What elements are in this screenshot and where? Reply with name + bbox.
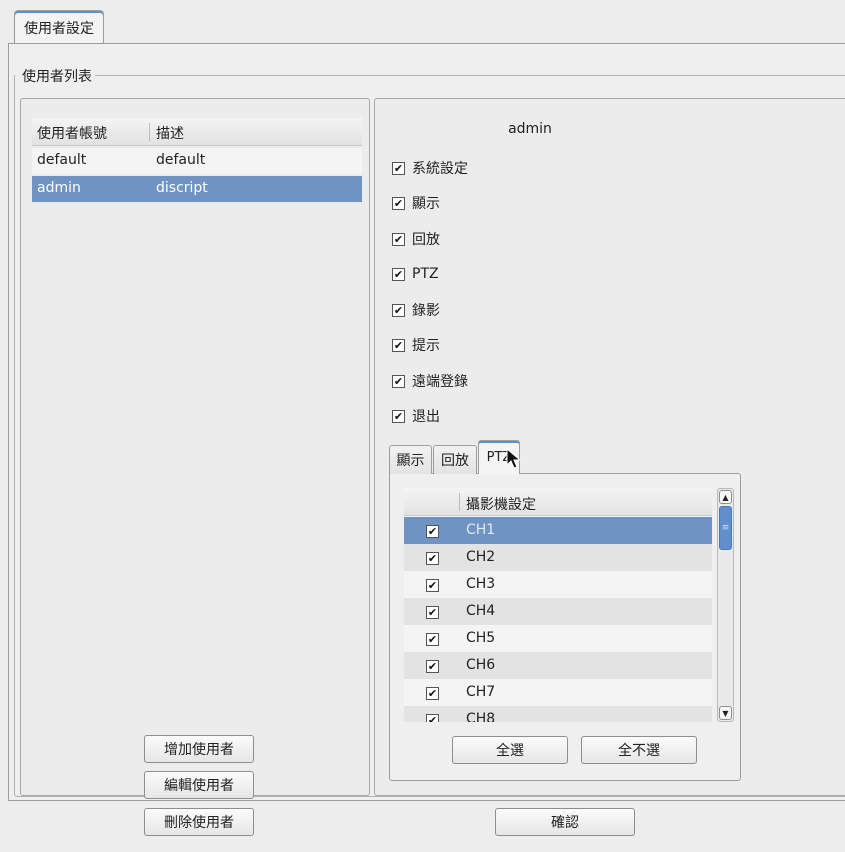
camera-table-scrollbar[interactable]: ▲ ≡ ▼: [717, 488, 734, 722]
camera-row-ch8[interactable]: ✔ CH8: [404, 706, 712, 722]
checkmark-icon[interactable]: ✔: [392, 161, 405, 175]
select-all-button[interactable]: 全選: [452, 736, 568, 764]
add-user-button[interactable]: 增加使用者: [144, 735, 254, 763]
user-row-admin[interactable]: admin discript: [32, 176, 362, 202]
user-account-cell: default: [37, 152, 87, 168]
permission-ptz[interactable]: ✔ PTZ: [392, 263, 439, 285]
tab-user-settings-label: 使用者設定: [24, 20, 94, 37]
camera-row-ch4[interactable]: ✔ CH4: [404, 598, 712, 625]
checkmark-icon[interactable]: ✔: [426, 660, 439, 673]
permission-remote-login[interactable]: ✔ 遠端登錄: [392, 370, 468, 392]
user-account-cell: admin: [37, 180, 81, 196]
permission-exit[interactable]: ✔ 退出: [392, 405, 440, 427]
checkmark-icon[interactable]: ✔: [392, 338, 405, 352]
camera-table: 攝影機設定 ✔ CH1 ✔ CH2 ✔ CH3 ✔ CH4 ✔ CH5 ✔ CH…: [404, 488, 712, 722]
select-none-button[interactable]: 全不選: [581, 736, 697, 764]
tab-user-settings[interactable]: 使用者設定: [14, 10, 104, 44]
permission-label: 退出: [412, 409, 440, 425]
camera-label: CH5: [466, 630, 496, 646]
checkmark-icon[interactable]: ✔: [392, 267, 405, 281]
edit-user-button[interactable]: 編輯使用者: [144, 771, 254, 799]
permission-label: PTZ: [412, 266, 439, 282]
permission-playback[interactable]: ✔ 回放: [392, 228, 440, 250]
checkmark-icon[interactable]: ✔: [426, 579, 439, 592]
permission-system-settings[interactable]: ✔ 系統設定: [392, 157, 468, 179]
checkmark-icon[interactable]: ✔: [426, 552, 439, 565]
camera-label: CH8: [466, 711, 496, 722]
camera-label: CH1: [466, 522, 496, 538]
checkmark-icon[interactable]: ✔: [392, 232, 405, 246]
checkmark-icon[interactable]: ✔: [392, 409, 405, 423]
permission-label: 提示: [412, 338, 440, 354]
user-description-cell: discript: [156, 180, 208, 196]
groupbox-border: [90, 75, 845, 76]
column-divider: [149, 123, 150, 141]
checkmark-icon[interactable]: ✔: [392, 196, 405, 210]
column-header-camera-settings[interactable]: 攝影機設定: [466, 494, 536, 514]
camera-label: CH4: [466, 603, 496, 619]
scrollbar-thumb[interactable]: ≡: [719, 506, 732, 550]
camera-label: CH6: [466, 657, 496, 673]
permission-display[interactable]: ✔ 顯示: [392, 192, 440, 214]
permission-label: 回放: [412, 232, 440, 248]
checkmark-icon[interactable]: ✔: [426, 606, 439, 619]
delete-user-button[interactable]: 刪除使用者: [144, 808, 254, 836]
chevron-down-icon[interactable]: ▼: [719, 706, 732, 720]
mouse-pointer-icon: [506, 448, 522, 469]
permission-label: 遠端登錄: [412, 374, 468, 390]
user-row-default[interactable]: default default: [32, 148, 362, 174]
column-header-account[interactable]: 使用者帳號: [37, 123, 107, 143]
camera-row-ch3[interactable]: ✔ CH3: [404, 571, 712, 598]
camera-row-ch1[interactable]: ✔ CH1: [404, 517, 712, 544]
camera-row-ch2[interactable]: ✔ CH2: [404, 544, 712, 571]
checkmark-icon[interactable]: ✔: [426, 714, 439, 722]
permission-label: 顯示: [412, 196, 440, 212]
chevron-up-icon[interactable]: ▲: [719, 490, 732, 504]
camera-row-ch6[interactable]: ✔ CH6: [404, 652, 712, 679]
permission-label: 錄影: [412, 303, 440, 319]
camera-label: CH3: [466, 576, 496, 592]
permission-alert[interactable]: ✔ 提示: [392, 334, 440, 356]
camera-row-ch7[interactable]: ✔ CH7: [404, 679, 712, 706]
column-divider: [459, 493, 460, 511]
camera-label: CH7: [466, 684, 496, 700]
checkmark-icon[interactable]: ✔: [426, 687, 439, 700]
checkmark-icon[interactable]: ✔: [392, 303, 405, 317]
camera-table-header: 攝影機設定: [404, 488, 712, 516]
user-table-header: 使用者帳號 描述: [32, 118, 362, 146]
checkmark-icon[interactable]: ✔: [426, 633, 439, 646]
tab-playback[interactable]: 回放: [433, 445, 477, 474]
permission-label: 系統設定: [412, 161, 468, 177]
selected-username: admin: [508, 121, 552, 137]
confirm-button[interactable]: 確認: [495, 808, 635, 836]
user-list-group-title: 使用者列表: [22, 66, 95, 86]
user-table: [32, 118, 362, 710]
user-description-cell: default: [156, 152, 206, 168]
camera-row-ch5[interactable]: ✔ CH5: [404, 625, 712, 652]
checkmark-icon[interactable]: ✔: [426, 525, 439, 538]
column-header-description[interactable]: 描述: [156, 123, 184, 143]
permission-record[interactable]: ✔ 錄影: [392, 299, 440, 321]
tab-playback-label: 回放: [441, 453, 469, 469]
tab-display[interactable]: 顯示: [389, 445, 432, 474]
camera-label: CH2: [466, 549, 496, 565]
tab-display-label: 顯示: [396, 453, 425, 469]
checkmark-icon[interactable]: ✔: [392, 374, 405, 388]
